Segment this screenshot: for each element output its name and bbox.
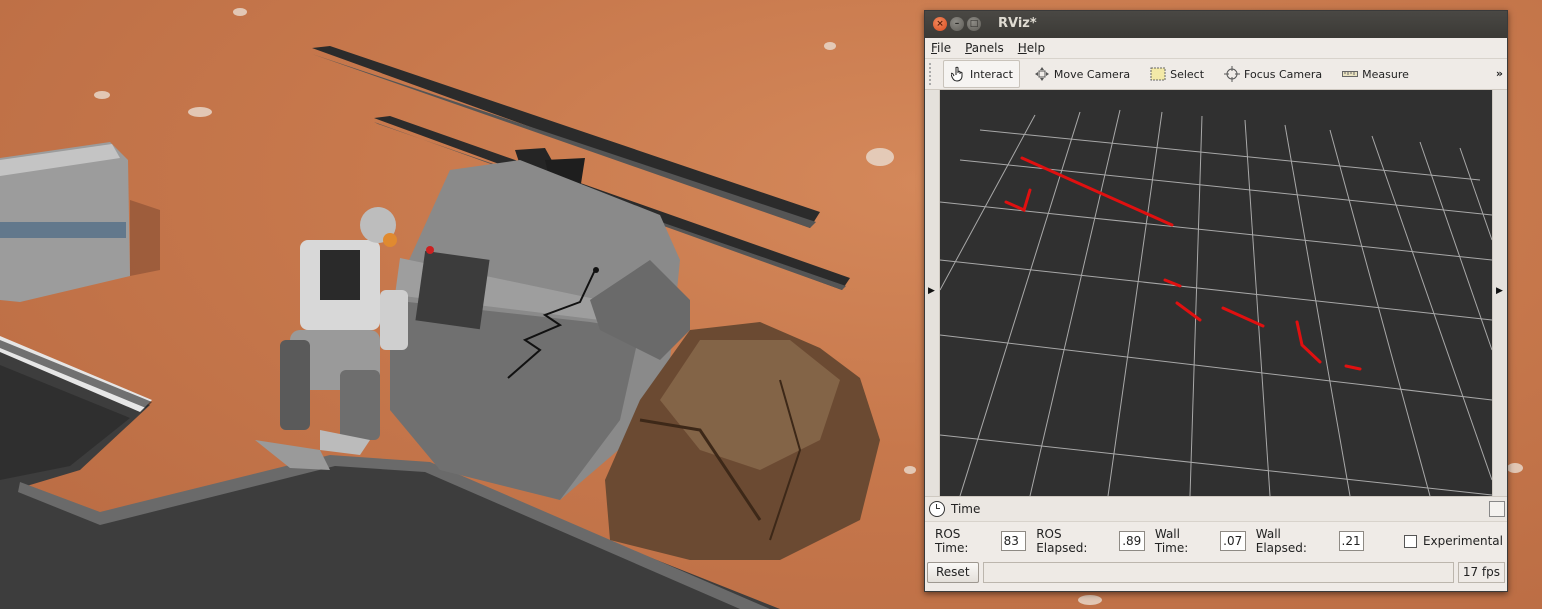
- tool-move-camera-button[interactable]: Move Camera: [1028, 61, 1136, 87]
- tool-move-camera-label: Move Camera: [1053, 67, 1131, 81]
- tool-focus-camera-button[interactable]: Focus Camera: [1218, 61, 1328, 87]
- ruler-icon: [1342, 66, 1359, 82]
- experimental-label: Experimental: [1422, 534, 1503, 548]
- status-bar: Reset 17 fps: [925, 560, 1507, 584]
- wall-time-field[interactable]: .07: [1220, 531, 1246, 551]
- right-dock-toggle[interactable]: ▶: [1492, 90, 1507, 496]
- left-dock-toggle[interactable]: ▶: [925, 90, 940, 496]
- ros-elapsed-field[interactable]: .89: [1119, 531, 1145, 551]
- clock-icon: [929, 501, 945, 517]
- ros-elapsed-label: ROS Elapsed:: [1036, 527, 1088, 555]
- storage-container: [0, 142, 160, 302]
- expand-right-icon: ▶: [1496, 286, 1503, 296]
- reference-grid: [940, 109, 1492, 496]
- window-title: RViz*: [998, 16, 1037, 31]
- tool-interact-label: Interact: [970, 67, 1013, 81]
- expand-left-icon: ▶: [928, 286, 935, 296]
- wall-time-label: Wall Time:: [1154, 527, 1189, 555]
- 3d-viewport[interactable]: [940, 90, 1492, 496]
- time-panel-header: Time: [925, 496, 1507, 522]
- menu-help[interactable]: Help: [1016, 41, 1047, 55]
- render-area: ▶ ▶: [925, 90, 1507, 496]
- status-message: [982, 561, 1454, 583]
- maximize-icon[interactable]: □: [967, 17, 981, 31]
- menu-file[interactable]: File: [929, 41, 953, 55]
- ros-time-label: ROS Time:: [935, 527, 969, 555]
- wall-elapsed-label: Wall Elapsed:: [1255, 527, 1307, 555]
- time-panel-title: Time: [951, 502, 981, 516]
- grid-and-laserscan: [940, 109, 1492, 496]
- window-titlebar[interactable]: × – □ RViz*: [925, 11, 1507, 38]
- time-panel-fields: ROS Time: 83 ROS Elapsed: .89 Wall Time:…: [925, 522, 1507, 560]
- menu-panels[interactable]: Panels: [963, 41, 1006, 55]
- experimental-checkbox[interactable]: [1404, 534, 1417, 548]
- reset-button[interactable]: Reset: [927, 561, 979, 583]
- close-icon[interactable]: ×: [933, 17, 947, 31]
- tools-toolbar: Interact Move Camera Select Focus Camera…: [925, 58, 1507, 90]
- laser-scan-points: [1004, 156, 1362, 371]
- humanoid-robot: [255, 207, 408, 470]
- tool-interact-button[interactable]: Interact: [943, 60, 1020, 88]
- menu-bar: File Panels Help: [925, 38, 1507, 58]
- tool-select-label: Select: [1170, 67, 1205, 81]
- hand-pointer-icon: [950, 66, 966, 82]
- tool-select-button[interactable]: Select: [1144, 61, 1210, 87]
- tool-focus-camera-label: Focus Camera: [1244, 67, 1323, 81]
- ros-time-field[interactable]: 83: [1000, 531, 1027, 551]
- rviz-window: × – □ RViz* File Panels Help Interact Mo…: [924, 10, 1508, 592]
- tool-measure-button[interactable]: Measure: [1336, 61, 1415, 87]
- tool-measure-label: Measure: [1362, 67, 1409, 81]
- focus-crosshair-icon: [1224, 66, 1241, 82]
- fps-readout: 17 fps: [1457, 561, 1505, 583]
- wall-elapsed-field[interactable]: .21: [1338, 531, 1365, 551]
- undock-panel-button[interactable]: [1489, 501, 1505, 517]
- toolbar-overflow-button[interactable]: »: [1496, 67, 1503, 80]
- move-camera-icon: [1034, 66, 1050, 82]
- select-box-icon: [1150, 66, 1166, 82]
- toolbar-grip[interactable]: [929, 63, 937, 85]
- minimize-icon[interactable]: –: [950, 17, 964, 31]
